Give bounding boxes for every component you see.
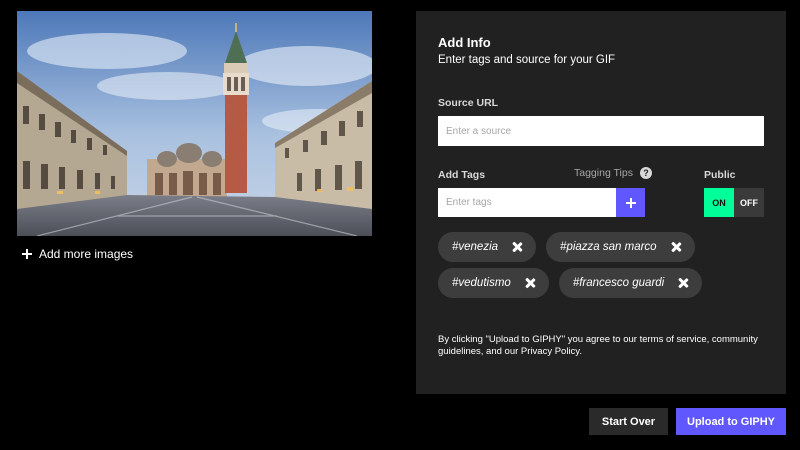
- public-on-option[interactable]: ON: [704, 188, 734, 217]
- plus-icon: [22, 249, 32, 259]
- public-label: Public: [704, 169, 736, 181]
- upload-to-giphy-button[interactable]: Upload to GIPHY: [676, 408, 786, 435]
- add-more-images-button[interactable]: Add more images: [22, 245, 133, 263]
- tag-list: #venezia #piazza san marco #vedutismo #f…: [438, 232, 778, 304]
- close-icon[interactable]: [525, 278, 535, 288]
- tag-text: #venezia: [452, 241, 499, 253]
- panel-title: Add Info: [438, 35, 491, 50]
- public-toggle[interactable]: ON OFF: [704, 188, 764, 217]
- tag-text: #piazza san marco: [560, 241, 657, 253]
- tags-input[interactable]: [438, 188, 616, 217]
- gif-preview-image: [17, 11, 372, 236]
- add-tags-label: Add Tags: [438, 169, 486, 181]
- tag-text: #vedutismo: [452, 277, 511, 289]
- close-icon[interactable]: [671, 242, 681, 252]
- tag-chip: #vedutismo: [438, 268, 549, 298]
- add-more-images-label: Add more images: [39, 247, 134, 261]
- tag-text: #francesco guardi: [572, 277, 665, 289]
- panel-subtitle: Enter tags and source for your GIF: [438, 54, 616, 66]
- terms-disclaimer: By clicking "Upload to GIPHY" you agree …: [438, 334, 758, 357]
- tag-chip: #venezia: [438, 232, 537, 262]
- close-icon[interactable]: [678, 278, 688, 288]
- source-url-input[interactable]: [438, 116, 764, 146]
- start-over-button[interactable]: Start Over: [589, 408, 668, 435]
- add-info-panel: Add Info Enter tags and source for your …: [416, 11, 786, 394]
- add-tag-button[interactable]: [616, 188, 645, 217]
- tagging-tips-link[interactable]: Tagging Tips ?: [574, 167, 652, 179]
- source-url-label: Source URL: [438, 97, 499, 109]
- venice-photo: [17, 11, 372, 236]
- question-icon: ?: [639, 167, 652, 179]
- tagging-tips-label: Tagging Tips: [574, 167, 633, 179]
- public-off-option[interactable]: OFF: [734, 188, 764, 217]
- tag-chip: #piazza san marco: [546, 232, 695, 262]
- plus-icon: [625, 197, 636, 208]
- tag-chip: #francesco guardi: [558, 268, 703, 298]
- close-icon[interactable]: [512, 242, 522, 252]
